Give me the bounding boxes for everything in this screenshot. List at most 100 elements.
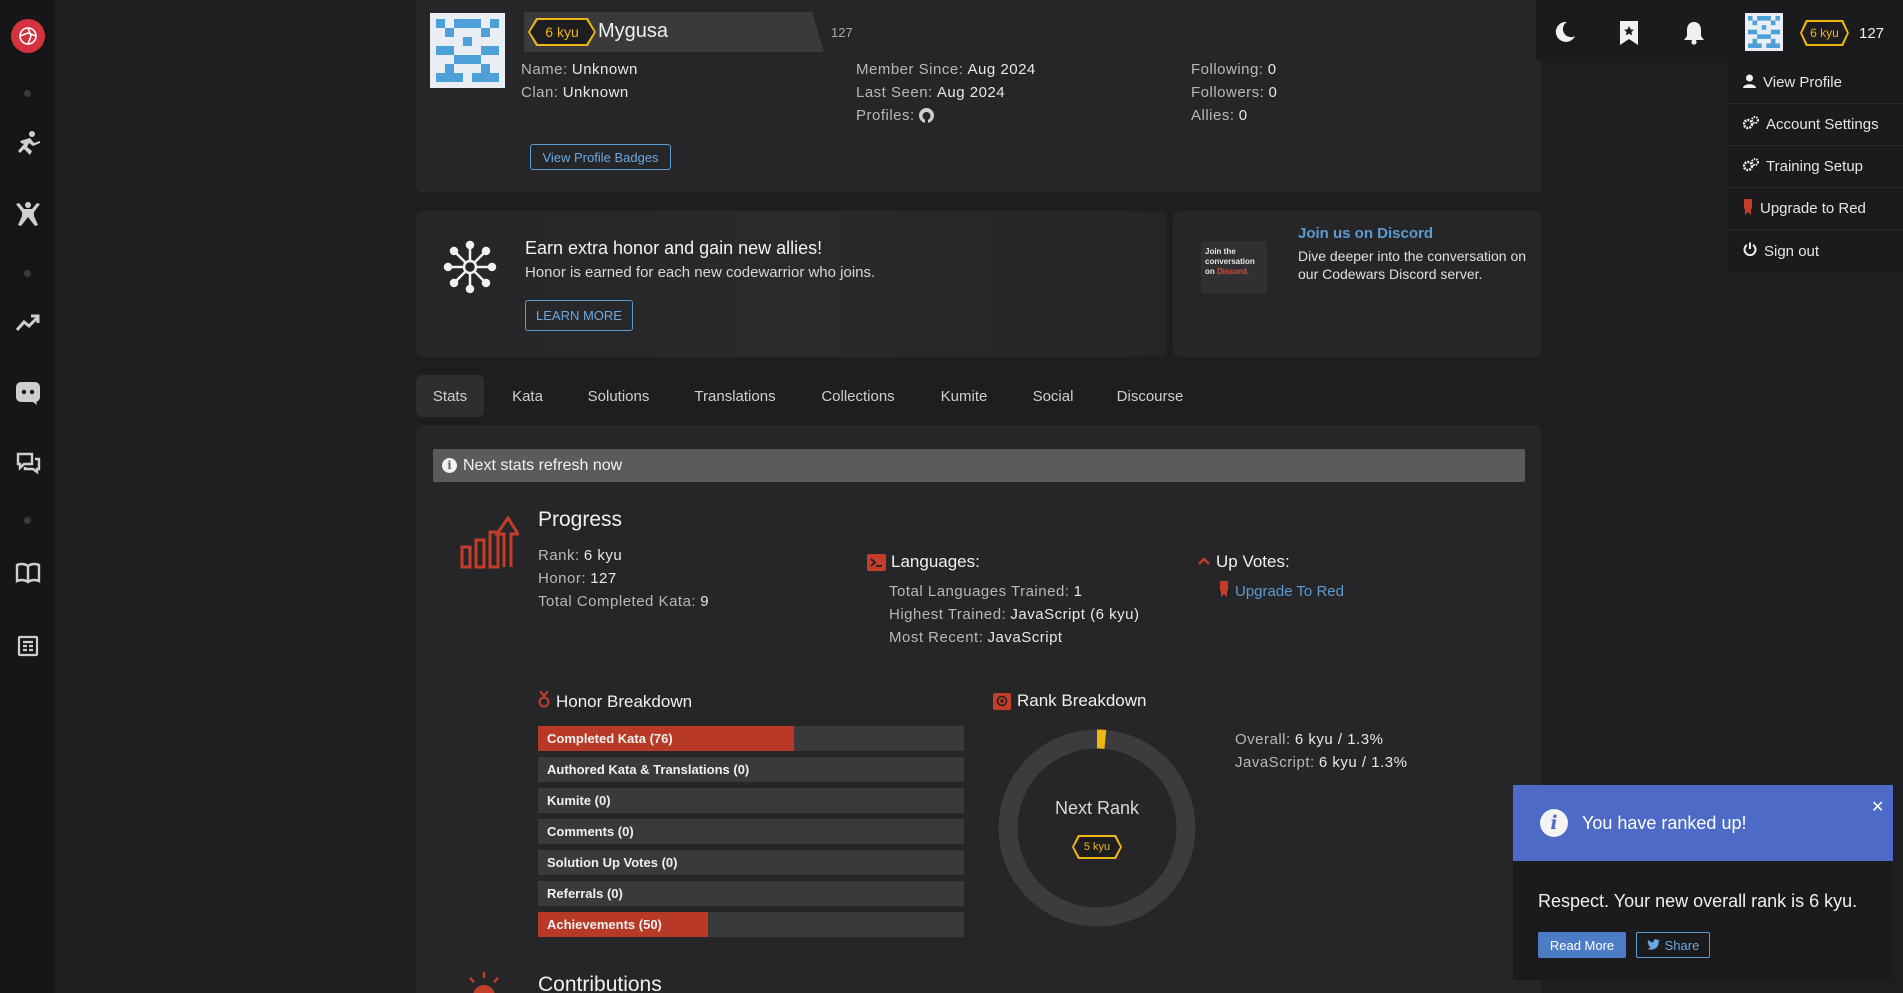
info-icon: i [442, 458, 457, 473]
tab-collections[interactable]: Collections [808, 375, 908, 417]
promo-text: Honor is earned for each new codewarrior… [525, 264, 876, 281]
tab-translations[interactable]: Translations [682, 375, 788, 417]
completed-value: 9 [700, 593, 710, 610]
sidebar [0, 0, 55, 993]
rank-breakdown-stats: Overall: 6 kyu / 1.3% JavaScript: 6 kyu … [1235, 728, 1407, 774]
stats-notice-text: Next stats refresh now [463, 456, 623, 474]
read-more-button[interactable]: Read More [1538, 932, 1626, 958]
discord-panel: Join the conversation on Discord. Join u… [1173, 211, 1542, 357]
honor-bar-label: Kumite (0) [547, 793, 611, 808]
divider-dot [24, 517, 31, 524]
tab-stats[interactable]: Stats [416, 375, 484, 417]
honor-bar: Comments (0) [538, 819, 964, 844]
chat-icon[interactable] [0, 443, 55, 483]
menu-view-profile[interactable]: View Profile [1728, 62, 1903, 104]
share-button[interactable]: Share [1636, 932, 1710, 958]
codewars-logo[interactable] [0, 16, 55, 56]
honor-bar: Authored Kata & Translations (0) [538, 757, 964, 782]
member-since-value: Aug 2024 [967, 61, 1036, 78]
honor-bar-label: Referrals (0) [547, 886, 623, 901]
gears-icon [1742, 157, 1759, 176]
trending-icon[interactable] [0, 303, 55, 343]
honor-bar-label: Achievements (50) [547, 917, 662, 932]
menu-upgrade-to-red[interactable]: Upgrade to Red [1728, 188, 1903, 230]
menu-sign-out[interactable]: Sign out [1728, 230, 1903, 272]
share-label: Share [1664, 937, 1700, 953]
rank-label: Rank: [538, 547, 580, 564]
menu-upgrade-label: Upgrade to Red [1760, 200, 1866, 217]
honor-count: 127 [831, 25, 853, 40]
view-profile-badges-button[interactable]: View Profile Badges [530, 144, 671, 170]
discord-text-2: our Codewars Discord server. [1298, 266, 1483, 282]
contributions-title: Contributions [538, 973, 662, 993]
target-icon [993, 692, 1011, 710]
github-icon[interactable] [918, 107, 934, 123]
toast-header: i You have ranked up! [1513, 785, 1893, 861]
next-rank-badge: 5 kyu [1072, 835, 1122, 859]
honor-value: 127 [590, 570, 617, 587]
upgrade-to-red-link[interactable]: Upgrade To Red [1219, 581, 1344, 601]
discord-title[interactable]: Join us on Discord [1298, 225, 1433, 242]
js-value: 6 kyu / 1.3% [1318, 754, 1408, 771]
lang-trained-label: Total Languages Trained: [889, 583, 1070, 600]
moon-icon[interactable] [1553, 20, 1577, 49]
following-label: Following: [1191, 61, 1264, 78]
rank-up-toast: i You have ranked up! ✕ Respect. Your ne… [1513, 785, 1893, 980]
menu-account-settings[interactable]: Account Settings [1728, 104, 1903, 146]
rank-value: 6 kyu [583, 547, 623, 564]
honor-bar-label: Solution Up Votes (0) [547, 855, 678, 870]
menu-training-setup-label: Training Setup [1766, 158, 1864, 175]
recent-label: Most Recent: [889, 629, 984, 646]
thumb-line3: on [1205, 267, 1215, 276]
promo-title: Earn extra honor and gain new allies! [525, 238, 823, 258]
close-icon[interactable]: ✕ [1871, 797, 1884, 817]
topbar-rank: 6 kyu [1802, 22, 1847, 44]
user-menu: View Profile Account Settings Training S… [1728, 62, 1903, 272]
followers-value: 0 [1268, 84, 1278, 101]
allies-value: 0 [1238, 107, 1248, 124]
profile-panel: 6 kyu Mygusa 127 Name: Unknown Clan: Unk… [416, 0, 1542, 192]
bookmark-icon[interactable] [1618, 20, 1640, 51]
profile-col-2: Member Since: Aug 2024 Last Seen: Aug 20… [856, 58, 1036, 127]
profiles-label: Profiles: [856, 107, 915, 124]
name-value: Unknown [571, 61, 638, 78]
topbar-rank-badge: 6 kyu [1800, 20, 1849, 46]
avatar[interactable] [430, 13, 505, 88]
stats-notice: i Next stats refresh now [433, 449, 1525, 482]
training-icon[interactable] [0, 123, 55, 163]
js-label: JavaScript: [1235, 754, 1315, 771]
book-icon[interactable] [0, 553, 55, 593]
next-rank-label: Next Rank [1054, 798, 1140, 818]
discord-icon[interactable] [0, 373, 55, 413]
chevron-up-icon [1197, 552, 1211, 572]
honor-bar-label: Completed Kata (76) [547, 731, 673, 746]
tab-kumite[interactable]: Kumite [928, 375, 1000, 417]
honor-bar: Kumite (0) [538, 788, 964, 813]
upgrade-link-label: Upgrade To Red [1235, 582, 1344, 600]
menu-training-setup[interactable]: Training Setup [1728, 146, 1903, 188]
learn-more-button[interactable]: LEARN MORE [525, 300, 633, 331]
discord-thumbnail[interactable]: Join the conversation on Discord. [1201, 241, 1267, 293]
thumb-line3b: Discord. [1217, 267, 1250, 276]
user-avatar-small[interactable] [1745, 13, 1783, 51]
gears-icon [1742, 115, 1759, 134]
menu-view-profile-label: View Profile [1763, 74, 1842, 91]
promo-panel: Earn extra honor and gain new allies! Ho… [416, 211, 1167, 357]
terminal-icon [867, 553, 886, 571]
menu-sign-out-label: Sign out [1764, 242, 1820, 260]
user-icon [1743, 74, 1756, 92]
tab-discourse[interactable]: Discourse [1106, 375, 1194, 417]
menu-account-settings-label: Account Settings [1766, 116, 1879, 133]
name-label: Name: [521, 61, 568, 78]
bell-icon[interactable] [1682, 21, 1706, 50]
toast-title: You have ranked up! [1582, 812, 1747, 833]
tab-social[interactable]: Social [1020, 375, 1086, 417]
languages-title: Languages: [891, 552, 980, 571]
tab-kata[interactable]: Kata [500, 375, 555, 417]
tab-solutions[interactable]: Solutions [575, 375, 662, 417]
kata-icon[interactable] [0, 194, 55, 234]
news-icon[interactable] [0, 626, 55, 666]
power-icon [1743, 242, 1757, 260]
honor-bar: Solution Up Votes (0) [538, 850, 964, 875]
overall-label: Overall: [1235, 731, 1291, 748]
